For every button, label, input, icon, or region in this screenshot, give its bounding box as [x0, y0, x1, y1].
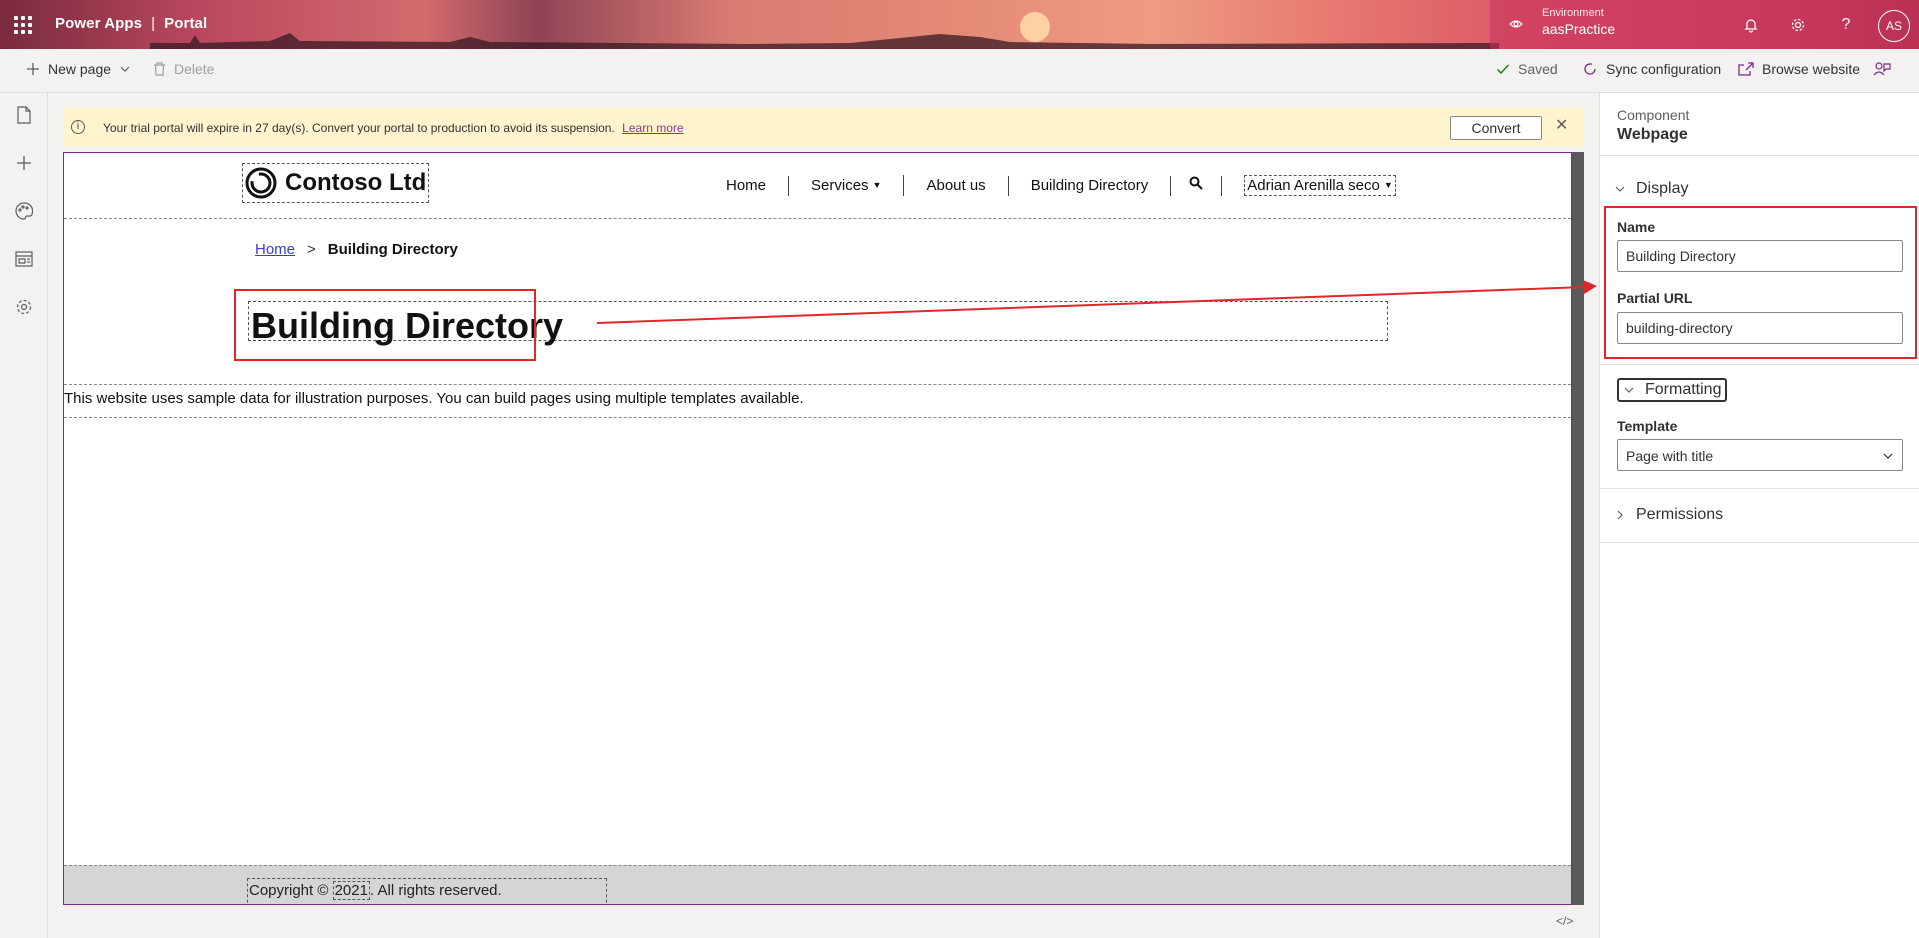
copyright-text[interactable]: Copyright © 2021. All rights reserved.	[247, 878, 607, 904]
site-logo-text: Contoso Ltd	[285, 169, 427, 196]
environment-icon	[1509, 20, 1523, 28]
saved-status: Saved	[1496, 61, 1558, 77]
app-name: Power Apps	[55, 15, 143, 32]
feedback-icon[interactable]	[1873, 61, 1891, 77]
convert-button[interactable]: Convert	[1450, 116, 1542, 140]
nav-services[interactable]: Services ▼	[789, 175, 905, 196]
breadcrumb-home-link[interactable]: Home	[255, 241, 295, 258]
delete-label: Delete	[174, 61, 215, 77]
template-label: Template	[1617, 418, 1678, 434]
open-external-icon	[1738, 62, 1754, 76]
app-launcher-icon[interactable]	[14, 16, 32, 34]
notifications-icon[interactable]	[1741, 15, 1761, 35]
annotation-highlight-fields	[1604, 206, 1917, 359]
trash-icon	[154, 62, 165, 76]
environment-label: Environment	[1542, 7, 1604, 19]
panel-divider	[1600, 155, 1919, 156]
chevron-down-icon	[120, 66, 130, 72]
checkmark-icon	[1497, 64, 1510, 75]
display-section-toggle[interactable]: Display	[1614, 180, 1688, 198]
properties-panel: Component Webpage Display Name Partial U…	[1599, 93, 1919, 938]
breadcrumb: Home > Building Directory	[255, 241, 458, 258]
add-component-icon[interactable]	[12, 151, 36, 175]
sync-configuration-button[interactable]: Sync configuration	[1582, 61, 1721, 77]
nav-building-directory[interactable]: Building Directory	[1009, 175, 1172, 196]
chevron-down-icon	[1883, 453, 1893, 459]
permissions-section-toggle[interactable]: Permissions	[1614, 506, 1723, 524]
header-banner-skyline	[150, 33, 1499, 49]
site-search-icon[interactable]	[1171, 175, 1223, 196]
new-page-button[interactable]: New page	[26, 61, 131, 77]
trial-banner: i Your trial portal will expire in 27 da…	[63, 108, 1583, 146]
panel-divider	[1600, 364, 1919, 365]
delete-button[interactable]: Delete	[153, 61, 214, 77]
preview-scrollbar[interactable]	[1572, 152, 1584, 905]
breadcrumb-separator: >	[307, 241, 316, 258]
site-nav-menu: Home Services ▼ About us Building Directo…	[704, 175, 1396, 196]
copyright-suffix: . All rights reserved.	[369, 882, 502, 899]
close-icon[interactable]: ✕	[1555, 115, 1568, 135]
chevron-down-icon	[1624, 387, 1634, 393]
panel-divider	[1600, 488, 1919, 489]
chevron-down-icon	[1615, 186, 1625, 192]
site-logo[interactable]: Contoso Ltd	[242, 163, 430, 203]
copyright-year: 2021	[332, 881, 370, 900]
portal-preview: Contoso Ltd Home Services ▼ About us Buil…	[63, 152, 1572, 905]
annotation-highlight-title	[234, 289, 536, 361]
browse-label: Browse website	[1762, 61, 1861, 77]
caret-down-icon: ▼	[872, 180, 882, 190]
contoso-logo-icon	[245, 167, 277, 199]
new-page-label: New page	[48, 61, 112, 77]
user-avatar[interactable]: AS	[1878, 10, 1910, 42]
display-section-label: Display	[1636, 180, 1689, 197]
code-editor-toggle-icon[interactable]: </>	[1556, 914, 1573, 928]
chevron-right-icon	[1617, 510, 1623, 520]
trial-message: Your trial portal will expire in 27 day(…	[103, 121, 684, 135]
app-brand: Power Apps | Portal	[55, 15, 207, 32]
panel-divider	[1600, 542, 1919, 543]
product-name: Portal	[164, 15, 208, 32]
saved-label: Saved	[1518, 61, 1558, 77]
nav-user-menu[interactable]: Adrian Arenilla seco ▼	[1244, 175, 1396, 196]
brand-separator: |	[151, 15, 156, 32]
nav-about-us[interactable]: About us	[904, 175, 1009, 196]
breadcrumb-current: Building Directory	[327, 241, 458, 258]
template-select[interactable]: Page with title	[1617, 439, 1903, 471]
learn-more-link[interactable]: Learn more	[622, 121, 683, 135]
permissions-section-label: Permissions	[1636, 506, 1724, 523]
pages-icon[interactable]	[12, 103, 36, 127]
sample-text-section[interactable]: This website uses sample data for illust…	[64, 384, 1571, 418]
help-icon[interactable]: ?	[1836, 15, 1856, 35]
nav-home[interactable]: Home	[704, 175, 790, 196]
info-icon: i	[71, 120, 85, 134]
templates-icon[interactable]	[12, 247, 36, 271]
formatting-section-toggle[interactable]: Formatting	[1617, 378, 1728, 402]
copyright-prefix: Copyright ©	[249, 882, 329, 899]
panel-title: Webpage	[1617, 126, 1688, 143]
site-navbar: Contoso Ltd Home Services ▼ About us Buil…	[64, 153, 1571, 219]
settings-gear-icon[interactable]	[1788, 15, 1808, 35]
browse-website-button[interactable]: Browse website	[1738, 61, 1860, 77]
formatting-section-label: Formatting	[1645, 381, 1722, 398]
template-select-value: Page with title	[1626, 448, 1714, 464]
nav-user-name: Adrian Arenilla seco	[1247, 177, 1380, 194]
nav-services-label: Services	[811, 177, 869, 194]
sync-icon	[1584, 63, 1596, 75]
themes-palette-icon[interactable]	[12, 199, 36, 223]
environment-name: aasPractice	[1542, 21, 1616, 37]
site-footer: Copyright © 2021. All rights reserved.	[64, 865, 1571, 904]
left-rail	[0, 93, 48, 938]
advanced-settings-gear-icon[interactable]	[12, 295, 36, 319]
plus-icon	[27, 63, 39, 75]
panel-kicker: Component	[1617, 107, 1690, 123]
caret-down-icon: ▼	[1383, 180, 1393, 190]
trial-message-text: Your trial portal will expire in 27 day(…	[103, 121, 615, 135]
sync-label: Sync configuration	[1606, 61, 1722, 77]
